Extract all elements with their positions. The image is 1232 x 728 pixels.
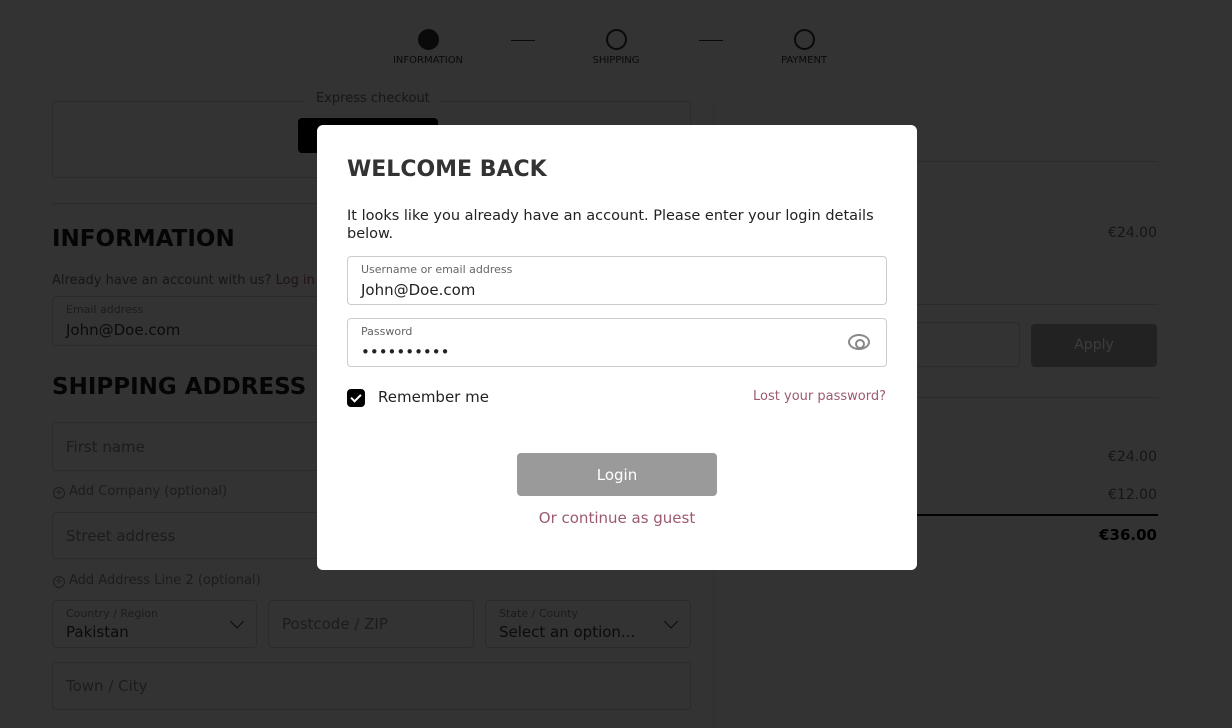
chevron-down-icon [663,614,679,629]
information-heading: INFORMATION [52,226,235,252]
step-payment: PAYMENT [744,29,864,66]
step-connector [511,40,535,41]
state-select[interactable]: State / County Select an option... [485,600,691,648]
item-price: €24.00 [1108,225,1157,241]
add-company-link[interactable]: + Add Company (optional) [53,484,227,499]
postcode-field[interactable]: Postcode / ZIP [268,600,474,648]
total-value: €36.00 [1099,526,1157,544]
login-link[interactable]: Log in [276,273,315,288]
login-button[interactable]: Login [517,453,717,496]
account-prompt: Already have an account with us? Log in [52,273,315,288]
plus-circle-icon: + [53,576,65,588]
step-dot-icon [605,29,627,50]
step-shipping: SHIPPING [556,29,676,66]
add-address-line2-link[interactable]: + Add Address Line 2 (optional) [53,573,261,588]
town-field[interactable]: Town / City [52,662,691,710]
password-field[interactable]: Password •••••••••• [347,318,887,367]
modal-title: WELCOME BACK [347,157,547,182]
step-dot-icon [793,29,815,50]
shipping-heading: SHIPPING ADDRESS [52,374,307,400]
step-connector [699,40,723,41]
eye-icon[interactable] [848,334,870,350]
lost-password-link[interactable]: Lost your password? [753,389,886,404]
chevron-down-icon [229,614,245,629]
remember-me-checkbox[interactable] [347,389,365,407]
apply-coupon-button[interactable]: Apply [1031,324,1157,367]
remember-me-label[interactable]: Remember me [378,388,489,406]
country-select[interactable]: Country / Region Pakistan [52,600,257,648]
login-modal: WELCOME BACK It looks like you already h… [317,125,917,570]
continue-as-guest-link[interactable]: Or continue as guest [317,509,917,527]
step-information: INFORMATION [368,29,488,66]
plus-circle-icon: + [53,487,65,499]
step-dot-icon [417,29,439,50]
shipping-value: €12.00 [1108,487,1157,503]
username-field[interactable]: Username or email address John@Doe.com [347,256,887,305]
subtotal-value: €24.00 [1108,449,1157,465]
modal-intro: It looks like you already have an accoun… [347,208,874,242]
express-checkout-legend: Express checkout [306,91,440,106]
